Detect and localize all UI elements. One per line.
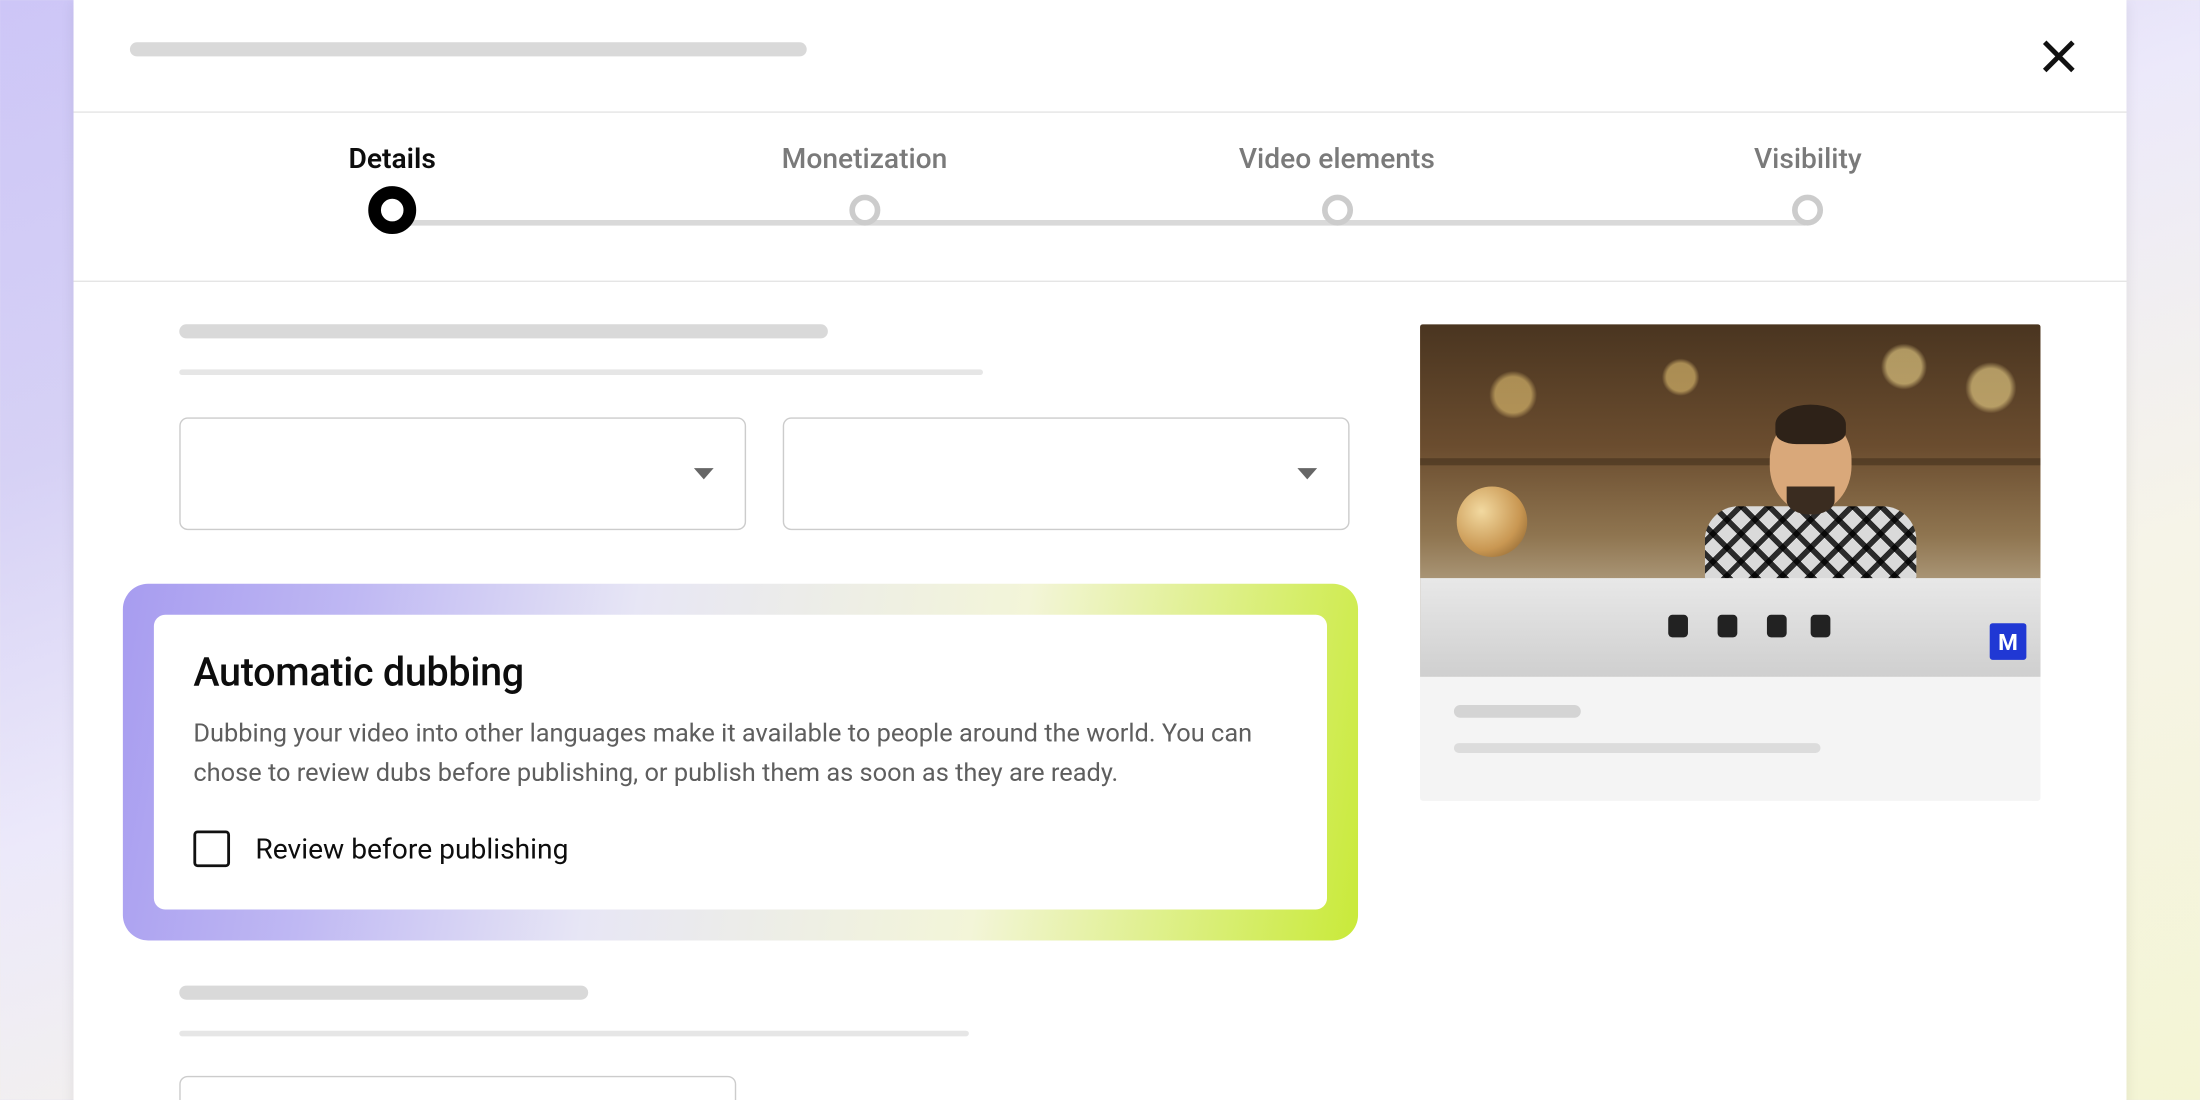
close-icon	[2038, 35, 2080, 77]
chevron-down-icon	[1297, 468, 1317, 479]
step-label: Visibility	[1754, 141, 1862, 175]
step-label: Monetization	[782, 141, 948, 175]
dialog-body: Automatic dubbing Dubbing your video int…	[74, 282, 2127, 1100]
automatic-dubbing-card: Automatic dubbing Dubbing your video int…	[154, 615, 1327, 909]
step-dot-active	[368, 186, 416, 234]
dialog-title-placeholder	[130, 42, 807, 56]
dropdown-field-2[interactable]	[783, 417, 1350, 530]
section-heading-placeholder	[179, 324, 828, 338]
checkbox-icon	[193, 830, 230, 867]
thumbnail-badge: M	[1990, 623, 2027, 660]
preview-value-placeholder	[1454, 743, 1821, 753]
stepper: Details Monetization Video elements Visi…	[74, 113, 2127, 282]
step-visibility[interactable]: Visibility	[1754, 141, 1862, 226]
review-before-publishing-option[interactable]: Review before publishing	[193, 830, 1287, 867]
step-label: Details	[349, 141, 436, 175]
step-dot	[1792, 195, 1823, 226]
preview-column: M	[1420, 324, 2040, 1100]
step-details[interactable]: Details	[349, 141, 436, 243]
step-label: Video elements	[1239, 141, 1435, 175]
dropdown-field-1[interactable]	[179, 417, 746, 530]
checkbox-label: Review before publishing	[255, 832, 568, 866]
step-dot	[849, 195, 880, 226]
section-subtext-placeholder	[179, 1030, 969, 1036]
upload-dialog: Details Monetization Video elements Visi…	[74, 0, 2127, 1100]
preview-meta	[1420, 677, 2040, 801]
details-form: Automatic dubbing Dubbing your video int…	[179, 324, 1349, 1100]
select-row	[179, 417, 1349, 530]
step-video-elements[interactable]: Video elements	[1239, 141, 1435, 226]
video-preview-card: M	[1420, 324, 2040, 801]
input-field[interactable]	[179, 1076, 736, 1100]
automatic-dubbing-highlight: Automatic dubbing Dubbing your video int…	[123, 584, 1358, 940]
dubbing-description: Dubbing your video into other languages …	[193, 715, 1287, 794]
video-thumbnail[interactable]: M	[1420, 324, 2040, 677]
section-heading-placeholder	[179, 985, 588, 999]
dialog-header	[74, 0, 2127, 113]
dubbing-title: Automatic dubbing	[193, 649, 1287, 696]
close-button[interactable]	[2033, 31, 2084, 82]
step-dot	[1321, 195, 1352, 226]
chevron-down-icon	[694, 468, 714, 479]
step-monetization[interactable]: Monetization	[782, 141, 948, 226]
section-subtext-placeholder	[179, 369, 983, 375]
stepper-track	[392, 220, 1808, 226]
preview-label-placeholder	[1454, 705, 1581, 718]
